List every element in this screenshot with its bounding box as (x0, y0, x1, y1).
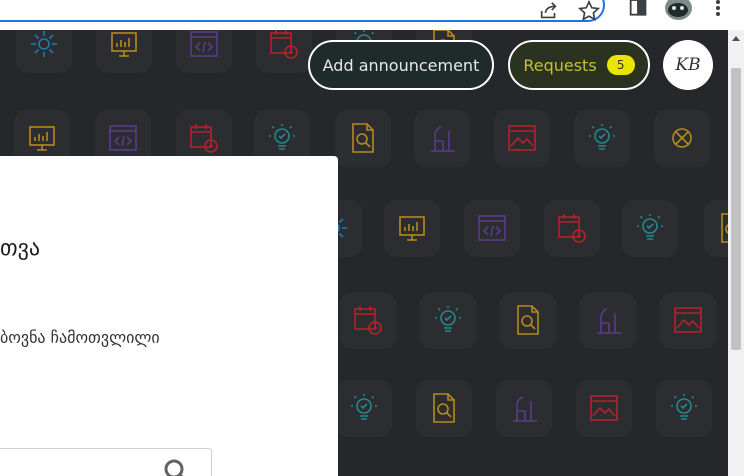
address-bar[interactable] (0, 0, 605, 22)
more-icon[interactable] (710, 0, 726, 20)
bulb-icon (574, 110, 630, 166)
code-icon (464, 200, 520, 256)
scroll-thumb[interactable] (731, 68, 741, 350)
search-doc-icon (335, 110, 391, 166)
bulb-icon (656, 380, 712, 436)
search-icon[interactable] (162, 458, 190, 476)
requests-button[interactable]: Requests 5 (508, 40, 650, 90)
plant-icon (496, 380, 552, 436)
panel-description: ბოვნა ჩამოთვლილი (0, 328, 160, 347)
modal-panel: თვა ბოვნა ჩამოთვლილი (0, 156, 338, 476)
image-icon (494, 110, 550, 166)
calendar-icon (256, 30, 312, 72)
plant-icon (580, 292, 636, 348)
image-icon (576, 380, 632, 436)
search-doc-icon (500, 292, 556, 348)
scrollbar[interactable] (728, 30, 744, 476)
code-icon (176, 30, 232, 72)
avatar-initials: KB (675, 55, 701, 75)
calendar-icon (544, 200, 600, 256)
image-icon (660, 292, 716, 348)
calendar-icon (340, 292, 396, 348)
requests-label: Requests (523, 55, 597, 75)
scroll-up-arrow-icon[interactable] (732, 36, 740, 41)
bulb-icon (622, 200, 678, 256)
gear-icon (16, 30, 72, 72)
side-panel-icon[interactable] (626, 0, 650, 22)
plant-icon (414, 110, 470, 166)
add-announcement-label: Add announcement (322, 55, 480, 75)
bulb-icon (336, 380, 392, 436)
requests-count-badge: 5 (606, 55, 635, 75)
tools-icon (654, 110, 710, 166)
add-announcement-button[interactable]: Add announcement (308, 40, 494, 90)
chart-icon (96, 30, 152, 72)
page-background: Add announcement Requests 5 KB თვა ბოვნა… (0, 30, 744, 476)
browser-toolbar (0, 0, 744, 30)
panel-title: თვა (0, 236, 41, 261)
share-icon[interactable] (537, 0, 561, 22)
bulb-icon (420, 292, 476, 348)
star-icon[interactable] (577, 0, 601, 22)
search-doc-icon (416, 380, 472, 436)
extension-avatar[interactable] (665, 0, 692, 20)
user-avatar[interactable]: KB (663, 40, 713, 90)
chart-icon (384, 200, 440, 256)
